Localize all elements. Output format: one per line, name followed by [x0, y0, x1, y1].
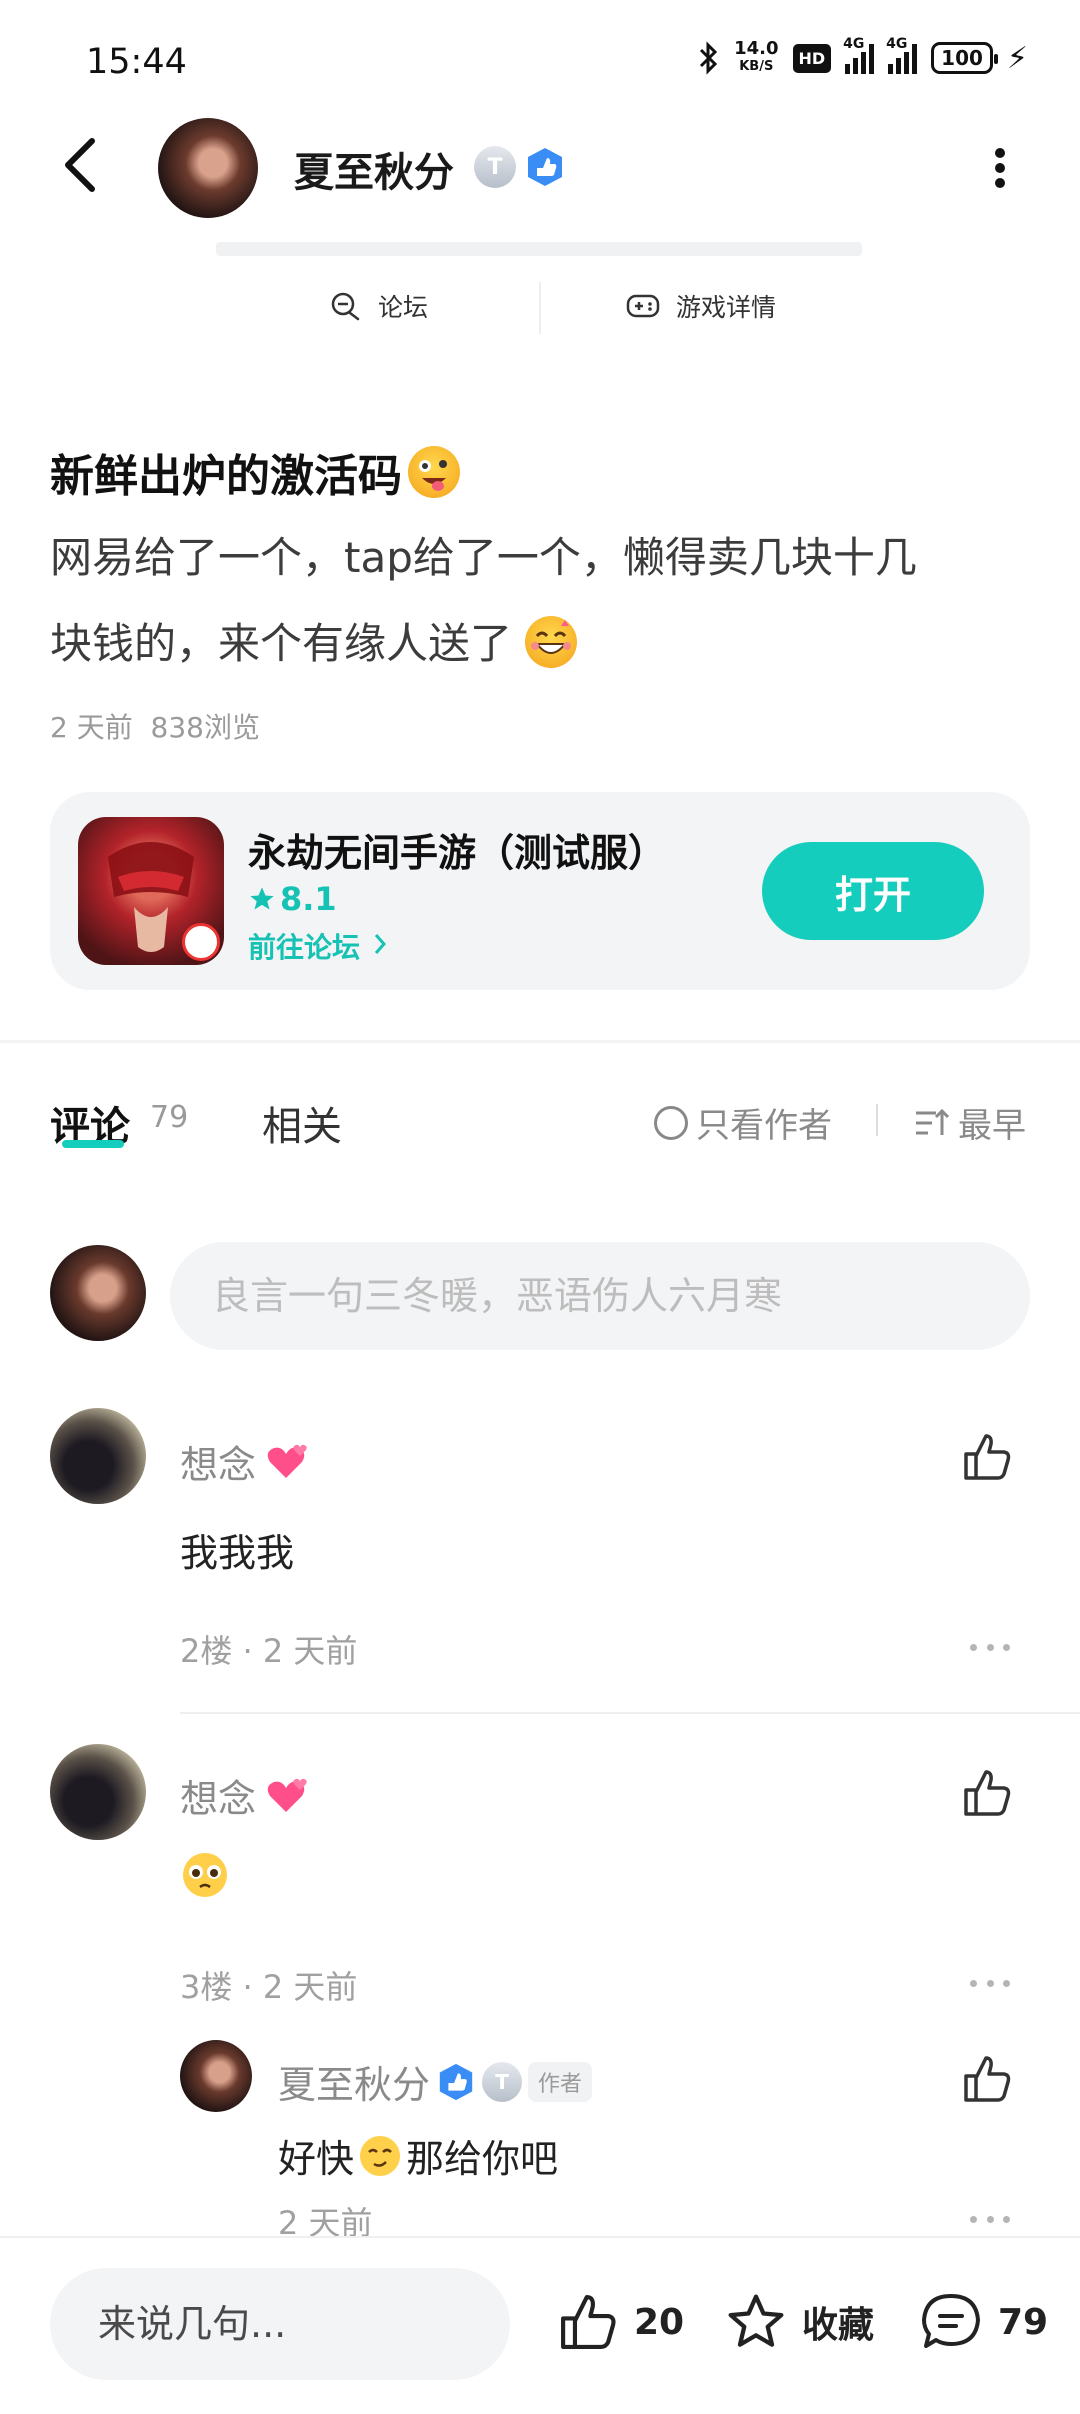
only-author-label: 只看作者	[696, 1106, 832, 1146]
subnav-divider	[539, 282, 541, 334]
like-post-button[interactable]: 20	[556, 2290, 684, 2354]
status-icons: 14.0 KB/S HD 4G 4G 100 ⚡	[698, 36, 1028, 76]
author-avatar[interactable]	[158, 118, 258, 218]
two-hearts-emoji-icon	[267, 1778, 307, 1812]
post-views: 838浏览	[150, 711, 260, 744]
signal-icon: 4G	[843, 36, 875, 74]
like-icon[interactable]	[960, 2052, 1014, 2106]
signal-icon-2: 4G	[886, 36, 918, 74]
commenter-name[interactable]: 想念	[180, 1768, 310, 1823]
tab-related[interactable]: 相关	[262, 1094, 342, 1152]
charging-icon: ⚡	[1006, 40, 1028, 76]
more-options-icon[interactable]	[990, 148, 1010, 188]
forum-icon	[331, 292, 360, 321]
chevron-right-icon	[374, 934, 386, 954]
two-hearts-emoji-icon	[267, 1444, 307, 1478]
tab-active-indicator	[62, 1140, 124, 1148]
only-author-toggle[interactable]: 只看作者	[654, 1098, 832, 1147]
commenter-avatar[interactable]	[50, 1744, 146, 1840]
reply-more-icon[interactable]	[970, 2216, 1010, 2223]
comment-input[interactable]	[170, 1242, 1030, 1350]
battery-icon: 100	[931, 42, 998, 74]
level-badge: T	[482, 2061, 523, 2102]
like-icon[interactable]	[960, 1766, 1014, 1820]
star-icon	[250, 887, 274, 910]
post-body-line-2: 块钱的，来个有缘人送了	[50, 601, 1010, 687]
game-score-value: 8.1	[280, 880, 337, 918]
hd-badge: HD	[792, 43, 832, 73]
author-name[interactable]: 夏至秋分	[294, 140, 454, 198]
like-count: 20	[634, 2301, 685, 2343]
crazy-face-emoji-icon	[408, 446, 460, 498]
bluetooth-icon	[700, 41, 718, 75]
status-time: 15:44	[86, 42, 187, 82]
comment-divider	[180, 1712, 1080, 1714]
sort-label: 最早	[958, 1106, 1026, 1146]
commenter-avatar[interactable]	[50, 1408, 146, 1504]
bottom-comment-input[interactable]	[50, 2268, 510, 2380]
header-divider	[216, 242, 862, 256]
my-avatar	[50, 1245, 146, 1341]
game-score: 8.1	[248, 880, 337, 918]
comment-text: 我我我	[180, 1531, 295, 1575]
game-name[interactable]: 永劫无间手游（测试服）	[248, 822, 666, 877]
bottom-divider	[0, 2236, 1080, 2238]
filter-divider	[876, 1104, 878, 1136]
level-badge: T	[474, 146, 516, 188]
netease-logo-icon	[182, 923, 220, 961]
commenter-name[interactable]: 想念	[180, 1434, 310, 1489]
comment-bubble-icon	[922, 2294, 980, 2348]
post-title: 新鲜出炉的激活码	[50, 440, 460, 504]
game-icon[interactable]	[78, 817, 224, 965]
comment-meta: 3楼 · 2 天前	[180, 1968, 358, 2006]
comment-total: 79	[998, 2301, 1049, 2343]
comment-meta: 2楼 · 2 天前	[180, 1632, 358, 1670]
post-body-line-1: 网易给了一个，tap给了一个，懒得卖几块十几	[50, 533, 917, 582]
grinning-emoji-icon	[525, 616, 578, 668]
star-outline-icon	[728, 2294, 784, 2347]
net-speed: 14.0 KB/S	[734, 38, 779, 75]
goto-forum-label: 前往论坛	[248, 931, 361, 964]
comments-button[interactable]: 79	[918, 2290, 1048, 2354]
tab-game-details-label: 游戏详情	[676, 293, 777, 322]
verified-icon	[528, 148, 562, 186]
tab-game-details[interactable]: 游戏详情	[626, 288, 776, 324]
open-game-button[interactable]: 打开	[762, 842, 984, 940]
reply-author[interactable]: 夏至秋分 T 作者	[278, 2054, 593, 2109]
post-meta: 2 天前 838浏览	[50, 706, 260, 746]
radio-icon	[654, 1105, 688, 1140]
favorite-button[interactable]: 收藏	[724, 2290, 874, 2354]
tab-forum-label: 论坛	[378, 293, 429, 322]
post-body: 网易给了一个，tap给了一个，懒得卖几块十几 块钱的，来个有缘人送了	[50, 515, 1010, 687]
post-title-text: 新鲜出炉的激活码	[50, 451, 402, 502]
comment-more-icon[interactable]	[970, 1644, 1010, 1651]
reply-text: 好快 那给你吧	[278, 2128, 558, 2183]
author-tag: 作者	[528, 2061, 593, 2102]
sort-icon	[916, 1108, 950, 1135]
reply-author-name: 夏至秋分	[278, 2063, 431, 2107]
back-arrow-icon[interactable]	[56, 135, 106, 195]
sort-button[interactable]: 最早	[914, 1098, 1026, 1147]
section-divider	[0, 1040, 1080, 1043]
gamepad-icon	[626, 294, 660, 318]
verified-icon	[439, 2063, 473, 2100]
goto-forum-link[interactable]: 前往论坛	[248, 926, 390, 966]
post-time: 2 天前	[50, 711, 133, 744]
reply-author-avatar[interactable]	[180, 2040, 252, 2112]
thumbs-up-icon	[561, 2295, 616, 2349]
comment-count: 79	[150, 1100, 189, 1135]
pleading-face-emoji-icon	[183, 1853, 227, 1897]
author-badges: T	[474, 146, 566, 188]
like-icon[interactable]	[960, 1430, 1014, 1484]
smiling-emoji-icon	[360, 2135, 401, 2176]
favorite-label: 收藏	[802, 2305, 875, 2346]
tab-forum[interactable]: 论坛	[330, 288, 428, 324]
comment-more-icon[interactable]	[970, 1980, 1010, 1987]
